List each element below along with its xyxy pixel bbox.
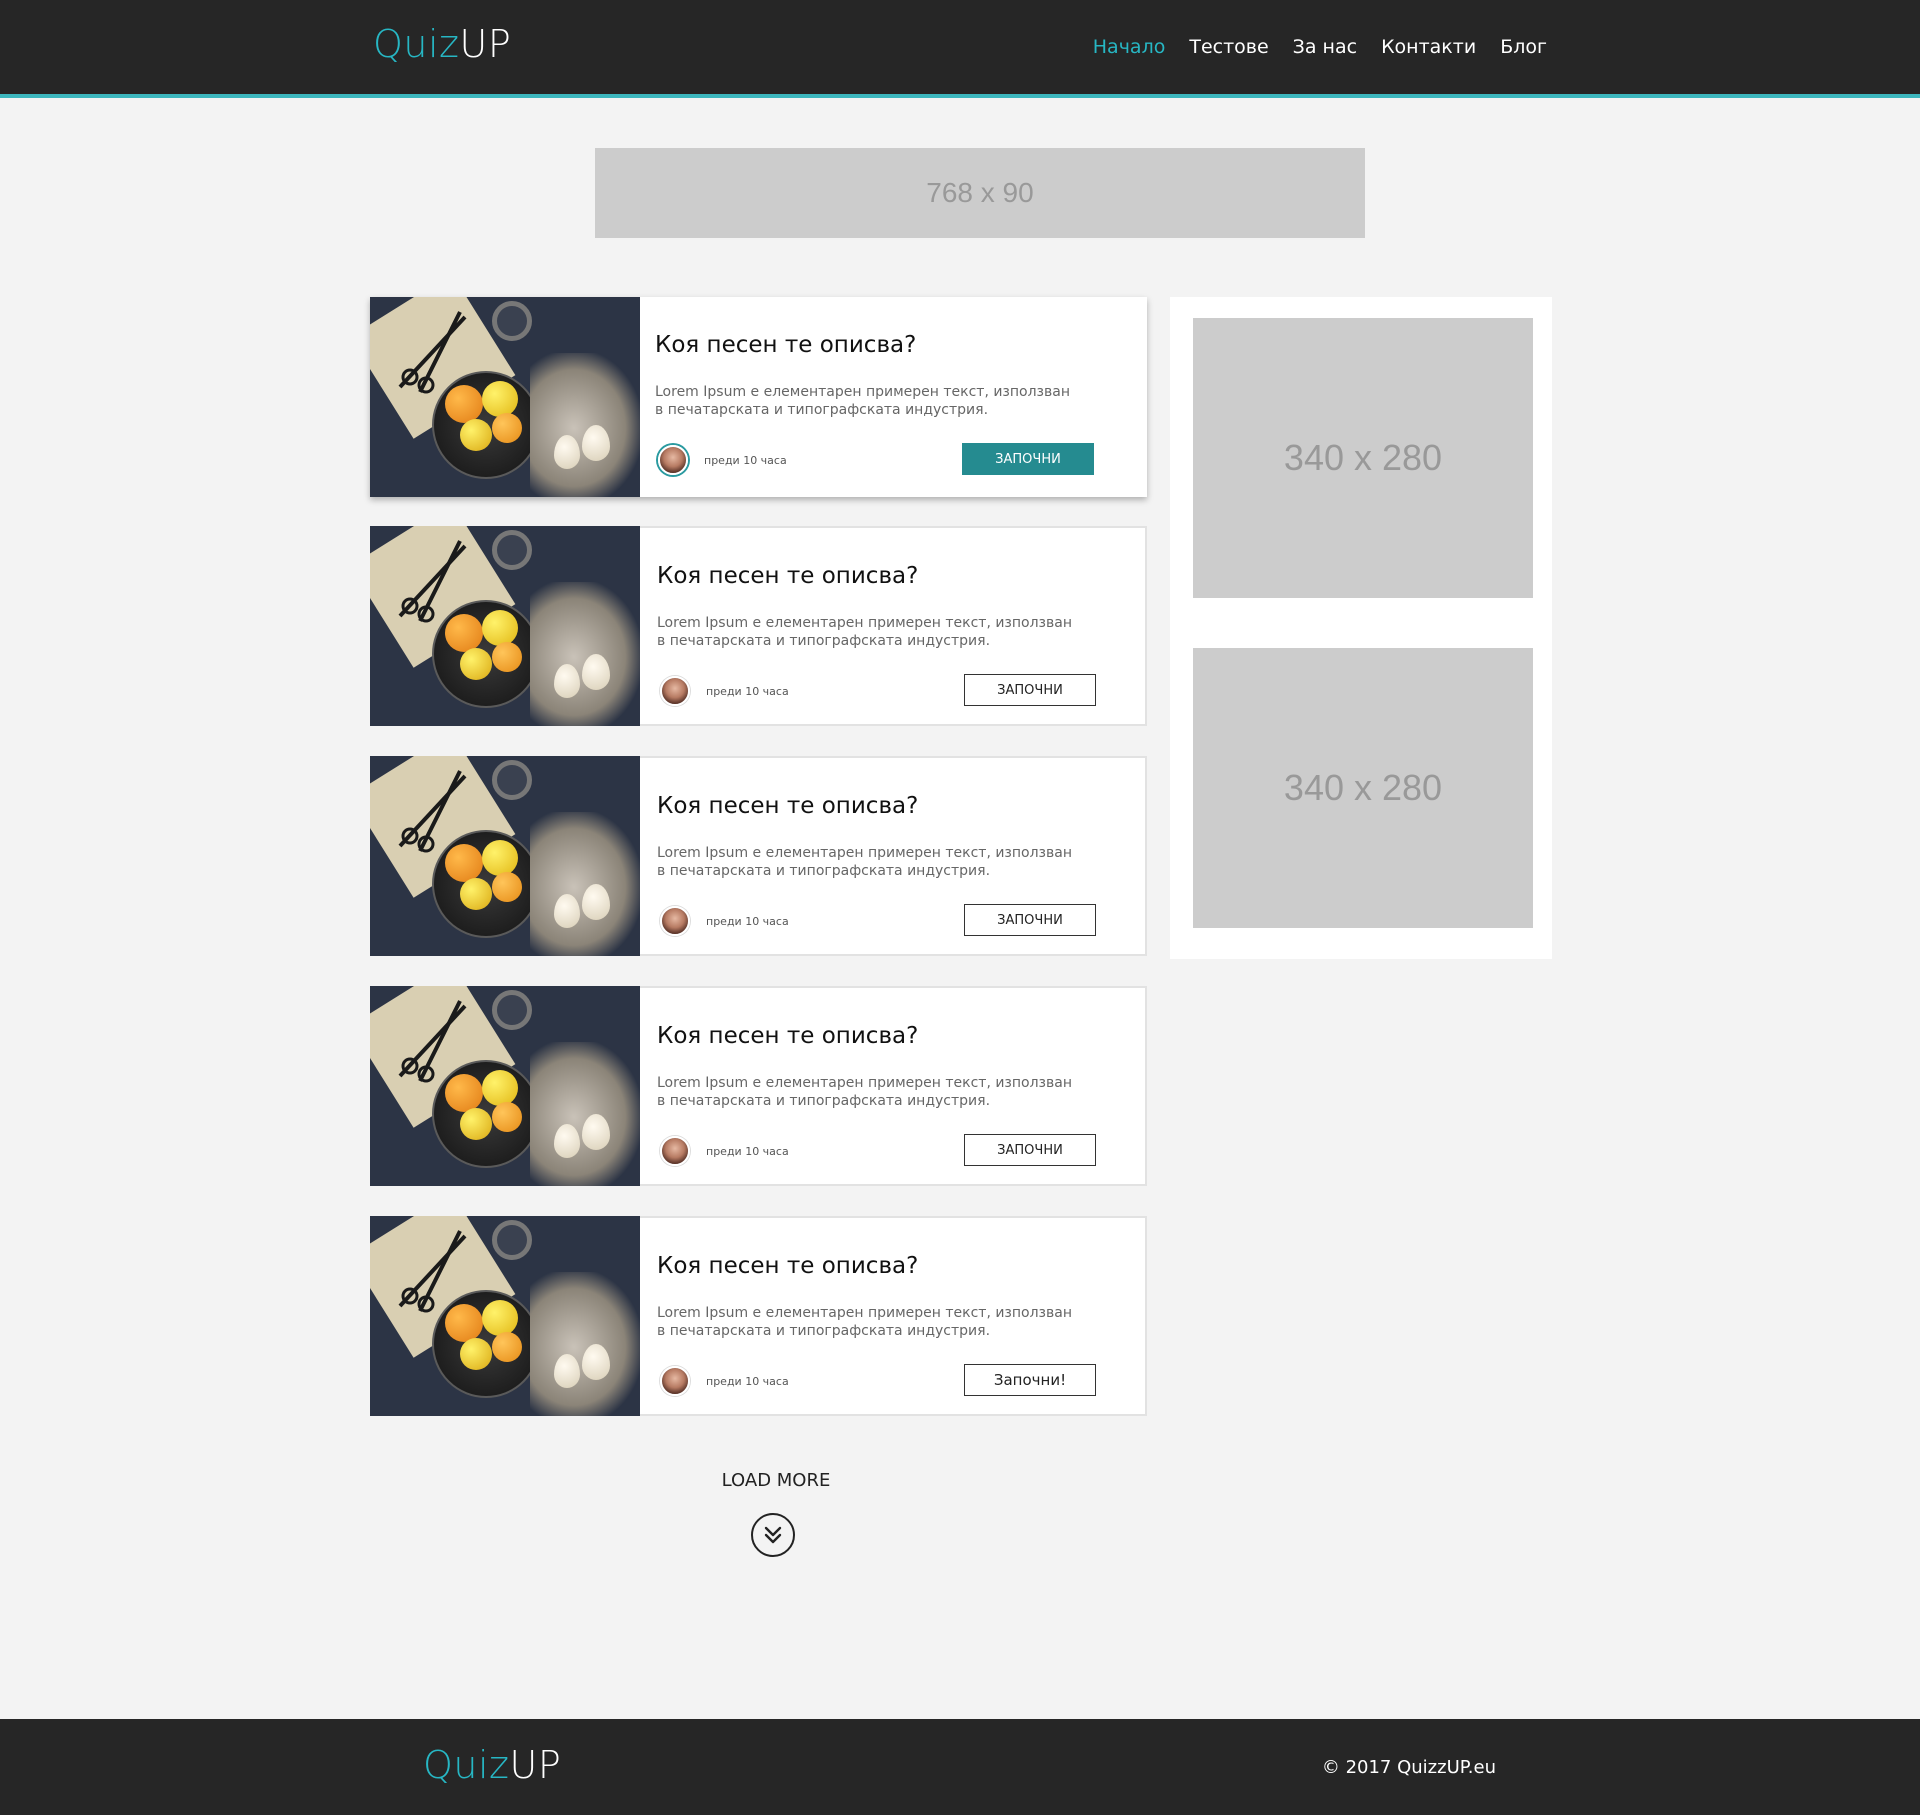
quiz-title[interactable]: Коя песен те описва? <box>657 793 918 819</box>
header-logo[interactable]: QuizUP <box>373 22 511 66</box>
post-time: преди 10 часа <box>706 1145 789 1158</box>
main-nav: Начало Тестове За нас Контакти Блог <box>1069 36 1547 58</box>
quiz-description: Lorem Ipsum е елементарен примерен текст… <box>657 845 1072 879</box>
logo-text-quiz: Quiz <box>423 1743 510 1787</box>
post-time: преди 10 часа <box>704 454 787 467</box>
quiz-title[interactable]: Коя песен те описва? <box>657 563 918 589</box>
logo-text-up: UP <box>509 1743 562 1787</box>
site-header: QuizUP Начало Тестове За нас Контакти Бл… <box>0 0 1920 98</box>
logo-text-quiz: Quiz <box>373 22 460 66</box>
start-quiz-button[interactable]: ЗАПОЧНИ <box>962 443 1094 475</box>
author-avatar[interactable] <box>660 1366 690 1396</box>
quiz-card: Коя песен те описва? Lorem Ipsum е елеме… <box>370 756 1147 956</box>
quiz-title[interactable]: Коя песен те описва? <box>657 1253 918 1279</box>
quiz-thumbnail[interactable] <box>370 297 640 497</box>
load-more-button[interactable] <box>751 1513 795 1557</box>
quiz-description: Lorem Ipsum е елементарен примерен текст… <box>657 615 1072 649</box>
nav-item-home[interactable]: Начало <box>1093 36 1166 58</box>
author-avatar[interactable] <box>660 1136 690 1166</box>
quiz-description: Lorem Ipsum е елементарен примерен текст… <box>657 1075 1072 1109</box>
ad-sidebar-2-label: 340 x 280 <box>1283 767 1443 808</box>
nav-item-about[interactable]: За нас <box>1293 36 1357 58</box>
nav-item-blog[interactable]: Блог <box>1500 36 1547 58</box>
ad-sidebar-2[interactable]: 340 x 280 <box>1193 648 1533 928</box>
quiz-card: Коя песен те описва? Lorem Ipsum е елеме… <box>370 986 1147 1186</box>
start-quiz-button[interactable]: Започни! <box>964 1364 1096 1396</box>
logo-text-up: UP <box>459 22 512 66</box>
post-time: преди 10 часа <box>706 1375 789 1388</box>
nav-item-contacts[interactable]: Контакти <box>1381 36 1476 58</box>
quiz-thumbnail[interactable] <box>370 1216 640 1416</box>
load-more-label[interactable]: LOAD MORE <box>700 1470 852 1491</box>
ad-sidebar-1[interactable]: 340 x 280 <box>1193 318 1533 598</box>
quiz-thumbnail[interactable] <box>370 756 640 956</box>
quiz-thumbnail[interactable] <box>370 526 640 726</box>
author-avatar[interactable] <box>660 676 690 706</box>
ad-sidebar-1-label: 340 x 280 <box>1283 437 1443 478</box>
quiz-description: Lorem Ipsum е елементарен примерен текст… <box>657 1305 1072 1339</box>
post-time: преди 10 часа <box>706 685 789 698</box>
author-avatar[interactable] <box>658 445 688 475</box>
quiz-title[interactable]: Коя песен те описва? <box>657 1023 918 1049</box>
start-quiz-button[interactable]: ЗАПОЧНИ <box>964 674 1096 706</box>
ad-banner-top[interactable]: 768 x 90 <box>595 148 1365 238</box>
quiz-card: Коя песен те описва? Lorem Ipsum е елеме… <box>370 526 1147 726</box>
double-chevron-down-icon <box>764 1526 782 1544</box>
quiz-description: Lorem Ipsum е елементарен примерен текст… <box>655 384 1070 418</box>
quiz-card: Коя песен те описва? Lorem Ipsum е елеме… <box>370 297 1147 497</box>
post-time: преди 10 часа <box>706 915 789 928</box>
quiz-thumbnail[interactable] <box>370 986 640 1186</box>
quiz-card: Коя песен те описва? Lorem Ipsum е елеме… <box>370 1216 1147 1416</box>
ad-banner-top-label: 768 x 90 <box>926 177 1034 208</box>
quiz-title[interactable]: Коя песен те описва? <box>655 332 916 358</box>
author-avatar[interactable] <box>660 906 690 936</box>
nav-item-tests[interactable]: Тестове <box>1189 36 1268 58</box>
start-quiz-button[interactable]: ЗАПОЧНИ <box>964 1134 1096 1166</box>
footer-logo[interactable]: QuizUP <box>423 1743 561 1787</box>
copyright-text: © 2017 QuizzUP.eu <box>1321 1757 1496 1778</box>
site-footer: QuizUP © 2017 QuizzUP.eu <box>0 1719 1920 1815</box>
start-quiz-button[interactable]: ЗАПОЧНИ <box>964 904 1096 936</box>
